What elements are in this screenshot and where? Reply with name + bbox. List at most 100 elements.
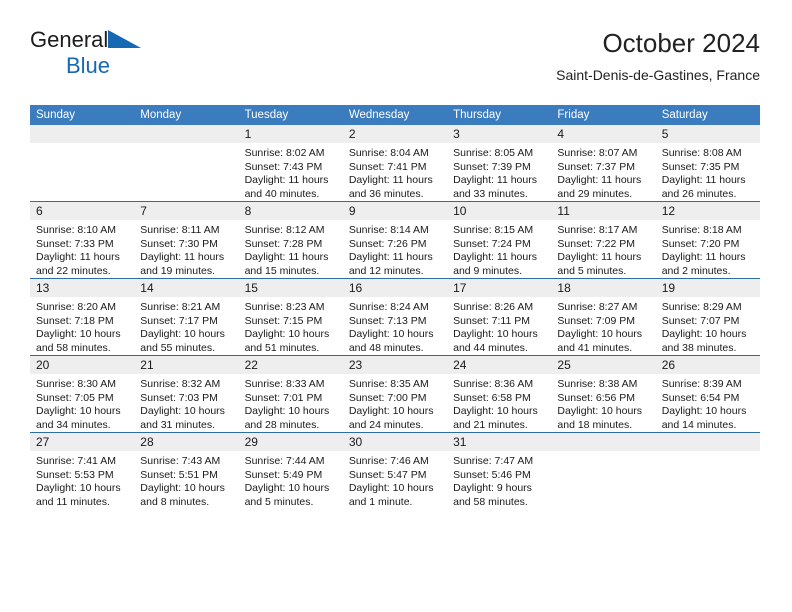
sunset-text: Sunset: 7:43 PM bbox=[244, 160, 323, 173]
sunset-text: Sunset: 5:46 PM bbox=[453, 468, 531, 481]
weekday-header-tuesday: Tuesday bbox=[238, 105, 343, 125]
calendar-day-cell[interactable]: 28 Sunrise: 7:43 AM Sunset: 5:51 PM Dayligh… bbox=[134, 432, 239, 509]
sunset-text: Sunset: 7:17 PM bbox=[140, 314, 218, 327]
day-number: 23 bbox=[342, 356, 448, 374]
day-number: 26 bbox=[655, 356, 760, 374]
daylight-text-line2: and 11 minutes. bbox=[36, 495, 110, 508]
calendar-day-cell[interactable]: 10 Sunrise: 8:15 AM Sunset: 7:24 PM Dayligh… bbox=[447, 201, 552, 279]
calendar-day-cell[interactable]: 7 Sunrise: 8:11 AM Sunset: 7:30 PM Daylight… bbox=[134, 201, 239, 279]
calendar-page: General Blue October 2024 Saint-Denis-de… bbox=[0, 0, 792, 612]
calendar-day-cell[interactable]: 8 Sunrise: 8:12 AM Sunset: 7:28 PM Daylight… bbox=[238, 201, 343, 279]
day-details: Sunrise: 8:18 AM Sunset: 7:20 PM Daylight:… bbox=[656, 220, 760, 278]
sunrise-text: Sunrise: 7:44 AM bbox=[244, 455, 325, 467]
day-number: 20 bbox=[30, 356, 135, 374]
calendar-day-cell[interactable]: 14 Sunrise: 8:21 AM Sunset: 7:17 PM Dayligh… bbox=[134, 278, 239, 356]
calendar-day-cell[interactable]: 5 Sunrise: 8:08 AM Sunset: 7:35 PM Daylight… bbox=[655, 125, 760, 202]
calendar-day-cell[interactable]: 1 Sunrise: 8:02 AM Sunset: 7:43 PM Daylight… bbox=[238, 125, 343, 202]
daylight-text-line2: and 26 minutes. bbox=[661, 187, 737, 200]
sunset-text: Sunset: 7:20 PM bbox=[661, 237, 740, 250]
calendar-day-cell[interactable]: 18 Sunrise: 8:27 AM Sunset: 7:09 PM Dayligh… bbox=[551, 278, 656, 356]
calendar-day-cell[interactable]: 19 Sunrise: 8:29 AM Sunset: 7:07 PM Dayligh… bbox=[655, 278, 760, 356]
day-number: 28 bbox=[134, 433, 239, 451]
daylight-text-line2: and 9 minutes. bbox=[453, 264, 523, 277]
brand-logo: General Blue bbox=[30, 28, 250, 88]
calendar-day-cell[interactable]: 3 Sunrise: 8:05 AM Sunset: 7:39 PM Daylight… bbox=[447, 125, 552, 202]
sunrise-text: Sunrise: 7:41 AM bbox=[36, 455, 116, 467]
daylight-text-line1: Daylight: 10 hours bbox=[453, 328, 538, 340]
daylight-text-line2: and 34 minutes. bbox=[36, 418, 111, 431]
calendar-day-cell[interactable]: 30 Sunrise: 7:46 AM Sunset: 5:47 PM Dayligh… bbox=[342, 432, 448, 509]
daylight-text-line2: and 8 minutes. bbox=[140, 495, 210, 508]
calendar-day-cell[interactable]: 13 Sunrise: 8:20 AM Sunset: 7:18 PM Dayligh… bbox=[30, 278, 135, 356]
sunrise-text: Sunrise: 8:20 AM bbox=[36, 301, 116, 313]
calendar-cell-empty bbox=[551, 432, 656, 509]
daylight-text-line2: and 38 minutes. bbox=[661, 341, 737, 354]
triangle-icon bbox=[108, 29, 142, 54]
calendar-day-cell[interactable]: 27 Sunrise: 7:41 AM Sunset: 5:53 PM Dayligh… bbox=[30, 432, 135, 509]
sunset-text: Sunset: 7:01 PM bbox=[244, 391, 323, 404]
day-details: Sunrise: 8:33 AM Sunset: 7:01 PM Daylight:… bbox=[239, 374, 343, 432]
day-details: Sunrise: 8:10 AM Sunset: 7:33 PM Daylight:… bbox=[30, 220, 134, 278]
day-details: Sunrise: 8:27 AM Sunset: 7:09 PM Daylight:… bbox=[551, 297, 655, 355]
calendar-table: Sunday Monday Tuesday Wednesday Thursday… bbox=[30, 105, 760, 509]
sunrise-text: Sunrise: 8:35 AM bbox=[348, 378, 429, 390]
calendar-day-cell[interactable]: 20 Sunrise: 8:30 AM Sunset: 7:05 PM Dayligh… bbox=[30, 355, 135, 433]
sunrise-text: Sunrise: 8:02 AM bbox=[244, 147, 325, 159]
day-number: 22 bbox=[238, 356, 343, 374]
daylight-text-line2: and 14 minutes. bbox=[661, 418, 737, 431]
day-details: Sunrise: 8:02 AM Sunset: 7:43 PM Daylight:… bbox=[239, 143, 343, 201]
calendar-day-cell[interactable]: 31 Sunrise: 7:47 AM Sunset: 5:46 PM Dayligh… bbox=[447, 432, 552, 509]
calendar-day-cell[interactable]: 4 Sunrise: 8:07 AM Sunset: 7:37 PM Daylight… bbox=[551, 125, 656, 202]
daylight-text-line1: Daylight: 10 hours bbox=[348, 482, 434, 494]
sunrise-text: Sunrise: 8:12 AM bbox=[244, 224, 325, 236]
sunset-text: Sunset: 5:51 PM bbox=[140, 468, 218, 481]
weekday-header-thursday: Thursday bbox=[447, 105, 552, 125]
calendar-day-cell[interactable]: 9 Sunrise: 8:14 AM Sunset: 7:26 PM Daylight… bbox=[342, 201, 448, 279]
daylight-text-line1: Daylight: 11 hours bbox=[661, 174, 746, 186]
daylight-text-line1: Daylight: 10 hours bbox=[557, 405, 643, 417]
weekday-header-monday: Monday bbox=[134, 105, 239, 125]
sunset-text: Sunset: 7:09 PM bbox=[557, 314, 636, 327]
daylight-text-line1: Daylight: 10 hours bbox=[140, 328, 225, 340]
calendar-day-cell[interactable]: 24 Sunrise: 8:36 AM Sunset: 6:58 PM Dayligh… bbox=[447, 355, 552, 433]
calendar-day-cell[interactable]: 25 Sunrise: 8:38 AM Sunset: 6:56 PM Dayligh… bbox=[551, 355, 656, 433]
calendar-day-cell[interactable]: 11 Sunrise: 8:17 AM Sunset: 7:22 PM Dayligh… bbox=[551, 201, 656, 279]
calendar-day-cell[interactable]: 16 Sunrise: 8:24 AM Sunset: 7:13 PM Dayligh… bbox=[342, 278, 448, 356]
calendar-day-cell[interactable]: 15 Sunrise: 8:23 AM Sunset: 7:15 PM Dayligh… bbox=[238, 278, 343, 356]
calendar-day-cell[interactable]: 22 Sunrise: 8:33 AM Sunset: 7:01 PM Dayligh… bbox=[238, 355, 343, 433]
calendar-day-cell[interactable]: 6 Sunrise: 8:10 AM Sunset: 7:33 PM Daylight… bbox=[30, 201, 135, 279]
sunrise-text: Sunrise: 7:43 AM bbox=[140, 455, 221, 467]
daylight-text-line2: and 48 minutes. bbox=[348, 341, 424, 354]
day-number: 14 bbox=[134, 279, 239, 297]
sunset-text: Sunset: 7:05 PM bbox=[36, 391, 114, 404]
day-details: Sunrise: 8:05 AM Sunset: 7:39 PM Daylight:… bbox=[447, 143, 551, 201]
sunrise-text: Sunrise: 8:36 AM bbox=[453, 378, 534, 390]
sunset-text: Sunset: 7:18 PM bbox=[36, 314, 114, 327]
calendar-cell-empty bbox=[655, 432, 760, 509]
calendar-day-cell[interactable]: 26 Sunrise: 8:39 AM Sunset: 6:54 PM Dayligh… bbox=[655, 355, 760, 433]
sunrise-text: Sunrise: 8:23 AM bbox=[244, 301, 325, 313]
day-details: Sunrise: 8:04 AM Sunset: 7:41 PM Daylight:… bbox=[343, 143, 447, 201]
day-number bbox=[551, 433, 656, 451]
daylight-text-line2: and 28 minutes. bbox=[244, 418, 320, 431]
day-number: 25 bbox=[551, 356, 656, 374]
calendar-week-row: 13 Sunrise: 8:20 AM Sunset: 7:18 PM Dayligh… bbox=[30, 278, 760, 356]
calendar-day-cell[interactable]: 23 Sunrise: 8:35 AM Sunset: 7:00 PM Dayligh… bbox=[342, 355, 448, 433]
sunset-text: Sunset: 7:30 PM bbox=[140, 237, 218, 250]
calendar-day-cell[interactable]: 29 Sunrise: 7:44 AM Sunset: 5:49 PM Dayligh… bbox=[238, 432, 343, 509]
daylight-text-line1: Daylight: 10 hours bbox=[244, 328, 330, 340]
sunset-text: Sunset: 7:07 PM bbox=[661, 314, 740, 327]
calendar-day-cell[interactable]: 2 Sunrise: 8:04 AM Sunset: 7:41 PM Daylight… bbox=[342, 125, 448, 202]
calendar-day-cell[interactable]: 12 Sunrise: 8:18 AM Sunset: 7:20 PM Dayligh… bbox=[655, 201, 760, 279]
daylight-text-line1: Daylight: 11 hours bbox=[140, 251, 225, 263]
calendar-cell-empty bbox=[134, 125, 239, 202]
sunset-text: Sunset: 7:13 PM bbox=[348, 314, 427, 327]
day-details: Sunrise: 7:47 AM Sunset: 5:46 PM Daylight:… bbox=[447, 451, 551, 509]
daylight-text-line2: and 18 minutes. bbox=[557, 418, 633, 431]
calendar-body: 1 Sunrise: 8:02 AM Sunset: 7:43 PM Daylight… bbox=[30, 125, 760, 509]
calendar-day-cell[interactable]: 21 Sunrise: 8:32 AM Sunset: 7:03 PM Dayligh… bbox=[134, 355, 239, 433]
sunrise-text: Sunrise: 8:38 AM bbox=[557, 378, 638, 390]
day-details: Sunrise: 8:36 AM Sunset: 6:58 PM Daylight:… bbox=[447, 374, 551, 432]
daylight-text-line1: Daylight: 10 hours bbox=[36, 405, 121, 417]
calendar-day-cell[interactable]: 17 Sunrise: 8:26 AM Sunset: 7:11 PM Dayligh… bbox=[447, 278, 552, 356]
